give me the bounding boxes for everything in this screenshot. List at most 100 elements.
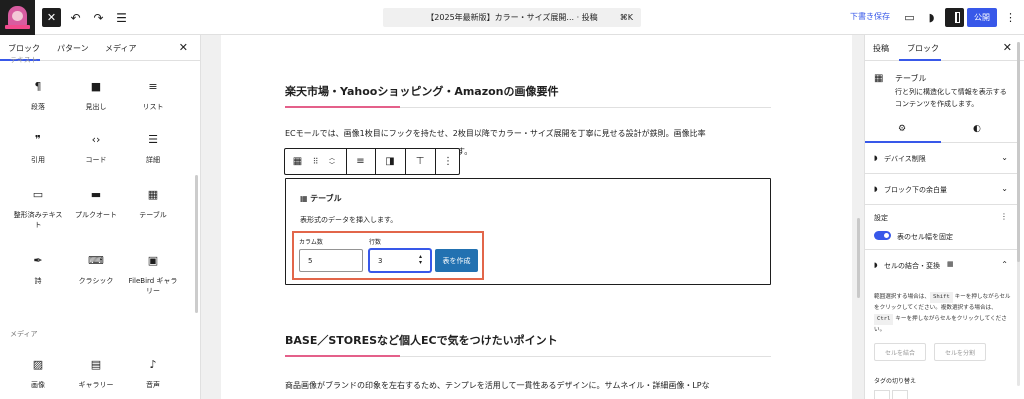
block-code[interactable]: ‹› コード [71,132,121,165]
gear-icon[interactable]: ⚙ [898,124,906,134]
tag-td-button[interactable] [892,390,908,399]
block-heading[interactable]: ■ 見出し [71,79,121,112]
paragraph-block[interactable]: 商品画像がブランドの印象を左右するため、テンプレを活用して一貫性あるデザインに。… [285,377,775,395]
paragraph-icon: ¶ [34,80,42,93]
inserter-scrollbar[interactable] [195,175,198,313]
redo-button[interactable]: ↷ [89,8,108,27]
tab-media[interactable]: メディア [105,43,136,54]
create-table-button[interactable]: 表を作成 [435,249,478,272]
block-preformatted[interactable]: ▭ 整形済みテキスト [13,187,63,230]
align-button[interactable]: ≡ [347,149,374,174]
block-type-button[interactable]: ▦ [285,149,310,174]
chevron-up-icon: ⌃ [1001,260,1008,269]
help-text: キーを押しながらセルをクリックしてください。 [874,316,1007,333]
tab-post[interactable]: 投稿 [873,43,889,54]
block-label: 段落 [31,103,45,111]
block-label: 詩 [34,277,42,285]
rows-input[interactable]: 3 ▴ ▾ [369,249,431,272]
block-quote[interactable]: ❞ 引用 [13,132,63,165]
block-pullquote[interactable]: ▬ プルクオート [71,187,121,220]
leaf-icon: ◗ [874,185,878,193]
block-label: 詳細 [146,156,160,164]
close-panel-button[interactable]: ✕ [179,41,188,54]
merge-help-text: 範囲選択する場合は、 Shift キーを押しながらセルをクリックしてください。複数… [874,292,1014,336]
drag-handle-icon: ⠿ [312,157,319,166]
panel-title: セルの結合・変換 [884,262,940,270]
site-logo[interactable] [0,0,35,35]
chevron-down-icon: ⌄ [1001,153,1008,162]
key-shift: Shift [929,292,953,303]
block-list[interactable]: ≡ リスト [128,79,178,112]
style-button[interactable]: ⊤ [406,149,434,174]
save-draft-button[interactable]: 下書き保存 [850,11,890,22]
editor-app: ✕ ↶ ↷ ☰ 【2025年最新版】カラー・サイズ展開... · 投稿 ⌘K 下… [0,0,1024,399]
merge-cells-button[interactable]: セルを結合 [874,343,926,361]
panel-merge-header[interactable]: ◗ セルの結合・変換 ▦ ⌃ [865,251,1018,281]
tag-switch-label: タグの切り替え [874,378,917,385]
block-table[interactable]: ▦ テーブル [128,187,178,220]
undo-button[interactable]: ↶ [66,8,85,27]
chevron-down-icon: ﹀ [328,161,335,169]
verse-icon: ✒ [33,254,43,267]
rows-label: 行数 [369,239,382,246]
close-sidebar-button[interactable]: ✕ [1003,41,1012,54]
columns-input[interactable]: 5 [299,249,363,272]
settings-sidebar: 投稿 ブロック ✕ ▦ テーブル 行と列に構造化して情報を表示するコンテンツを作… [864,35,1024,399]
contrast-icon[interactable]: ◐ [973,124,981,134]
more-vertical-icon: ⋮ [443,156,453,167]
options-button[interactable]: ⋮ [1003,10,1018,25]
table-block-description: 表形式のデータを挿入します。 [300,216,398,224]
command-palette-button[interactable]: 【2025年最新版】カラー・サイズ展開... · 投稿 ⌘K [383,8,641,27]
paint-roller-icon: ⊤ [415,156,425,167]
panel-title: ブロック下の余白量 [884,186,947,194]
rows-input-value: 3 [378,257,383,265]
block-label: 整形済みテキスト [13,211,63,229]
leaf-icon: ◗ [874,154,878,162]
shortcut-hint: ⌘K [619,13,633,22]
heading-block[interactable]: 楽天市場・Yahooショッピング・Amazonの画像要件 [285,83,771,108]
block-name: テーブル [895,74,927,83]
column-edit-button[interactable]: ◨ [376,149,404,174]
block-filebird-gallery[interactable]: ▣ FileBird ギャラリー [128,253,178,296]
scrollbar-thumb[interactable] [1017,42,1020,262]
move-up-down-buttons[interactable]: ︿ ﹀ [323,149,341,174]
fixed-width-toggle[interactable] [874,231,891,240]
block-options-button[interactable]: ⋮ [436,149,460,174]
block-details[interactable]: ☰ 詳細 [128,132,178,165]
block-audio[interactable]: ♪ 音声 [128,357,178,390]
tab-blocks[interactable]: ブロック [8,43,40,54]
key-ctrl: Ctrl [874,314,894,325]
block-paragraph[interactable]: ¶ 段落 [13,79,63,112]
fixed-width-label: 表のセル幅を固定 [897,233,953,241]
drag-handle[interactable]: ⠿ [310,149,321,174]
sidebar-icon [955,12,960,23]
table-icon: ▦ [147,188,159,201]
block-gallery[interactable]: ▤ ギャラリー [71,357,121,390]
tab-patterns[interactable]: パターン [57,43,89,54]
list-icon: ≡ [148,80,158,93]
pullquote-icon: ▬ [90,188,102,201]
panel-device-limit[interactable]: ◗ デバイス制限 ⌄ [865,143,1018,174]
panel-margin-below[interactable]: ◗ ブロック下の余白量 ⌄ [865,174,1018,205]
code-icon: ‹› [91,133,101,146]
more-vertical-icon[interactable]: ⋮ [1000,212,1008,221]
document-title: 【2025年最新版】カラー・サイズ展開... · 投稿 [426,13,598,22]
block-image[interactable]: ▨ 画像 [13,357,63,390]
heading-accent-line [285,106,400,108]
block-classic[interactable]: ⌨ クラシック [71,253,121,286]
tag-th-button[interactable] [874,390,890,399]
number-stepper-icon[interactable]: ▴ ▾ [419,254,422,266]
heading-block[interactable]: BASE／STORESなど個人ECで気をつけたいポイント [285,332,771,357]
document-overview-button[interactable]: ☰ [112,8,131,27]
canvas-scrollbar[interactable] [857,218,860,298]
help-text: 範囲選択する場合は、 [874,294,930,300]
tab-block[interactable]: ブロック [907,43,939,54]
close-inserter-button[interactable]: ✕ [42,8,61,27]
preview-button[interactable]: ▭ [902,10,917,25]
sidebar-scrollbar[interactable] [1017,42,1020,386]
block-verse[interactable]: ✒ 詩 [13,253,63,286]
plugin-button[interactable]: ◗ [924,10,939,25]
publish-button[interactable]: 公開 [967,8,997,27]
settings-toggle-button[interactable] [945,8,964,27]
split-cells-button[interactable]: セルを分割 [934,343,986,361]
